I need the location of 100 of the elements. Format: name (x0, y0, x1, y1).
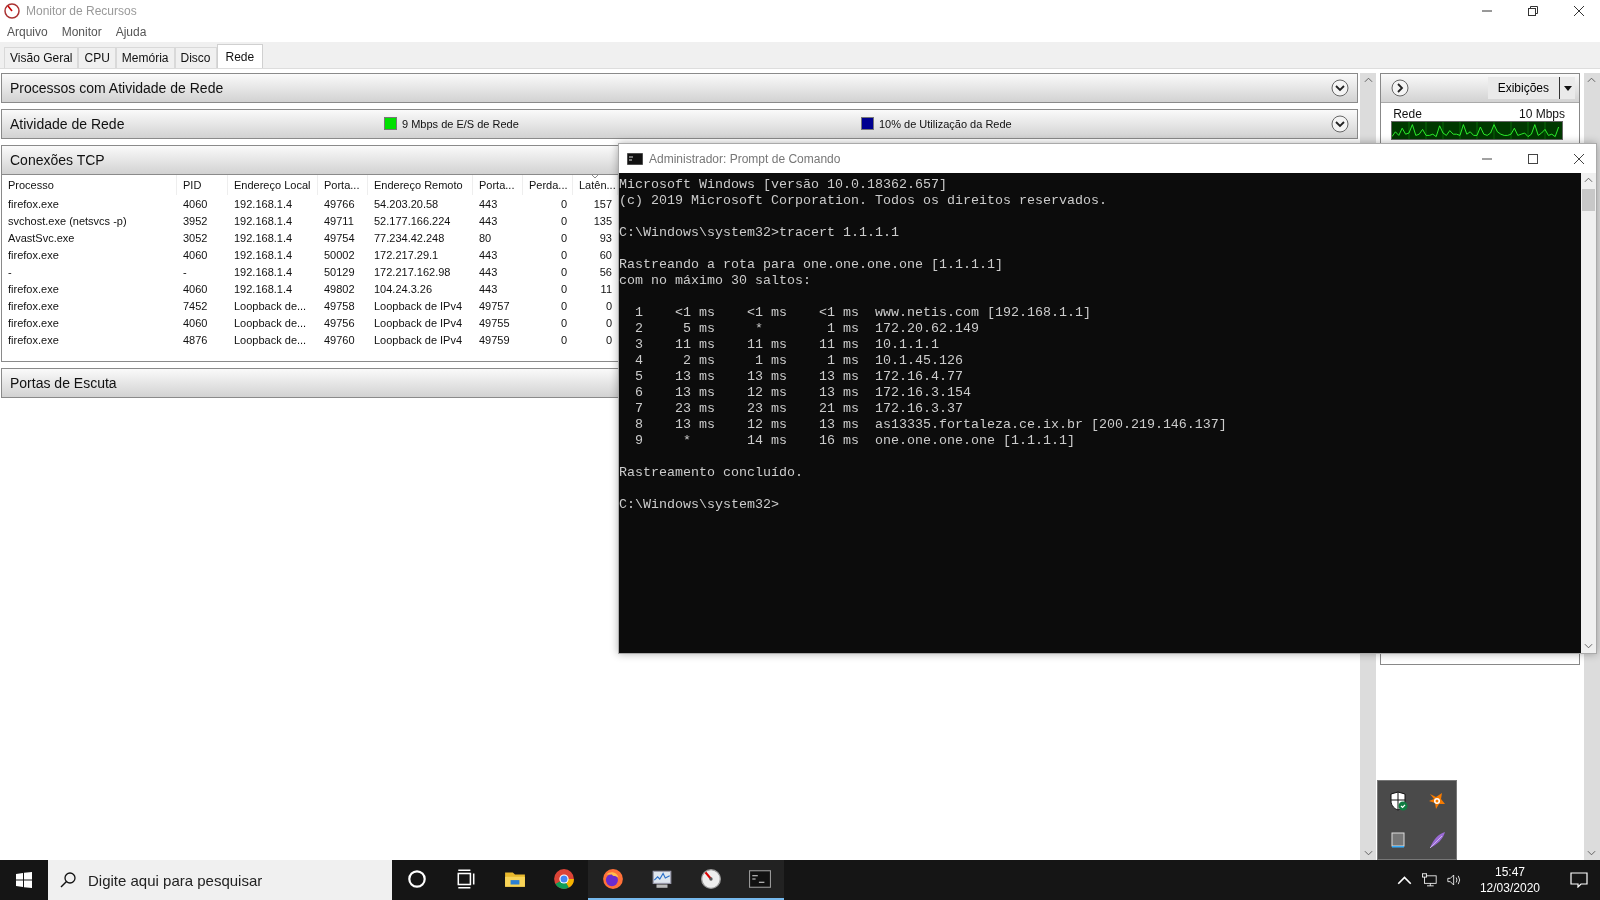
table-cell-text: 50129 (323, 265, 356, 278)
chevron-right-icon[interactable] (1391, 79, 1410, 97)
search-icon (60, 872, 76, 888)
column-header[interactable]: PID (177, 175, 228, 195)
table-cell-text: Loopback de... (233, 299, 308, 312)
scroll-up-icon[interactable] (1587, 77, 1597, 83)
tab[interactable]: Visão Geral (4, 47, 79, 68)
column-header[interactable]: Endereço Remoto (368, 175, 473, 195)
network-icon[interactable] (1421, 873, 1437, 887)
table-cell-text: 49754 (323, 231, 356, 244)
table-cell-text: 0 (559, 265, 568, 278)
console-line: C:\Windows\system32>tracert 1.1.1.1 (619, 225, 900, 241)
windows-logo-icon (16, 872, 32, 888)
console-line: 8 13 ms 12 ms 13 ms as13335.fortaleza.ce.ix.br [200.219.146.137] (634, 417, 1228, 433)
scroll-up-icon[interactable] (1584, 177, 1593, 183)
column-header[interactable]: Porta... (318, 175, 368, 195)
console-line: 6 13 ms 12 ms 13 ms 172.16.3.154 (634, 385, 972, 401)
panel-title: Atividade de Rede (10, 116, 125, 132)
close-icon[interactable] (1574, 153, 1584, 164)
table-cell-text: 192.168.1.4 (233, 214, 294, 227)
scroll-up-icon[interactable] (1363, 77, 1373, 83)
table-cell-text: 49758 (323, 299, 356, 312)
panel-title: Processos com Atividade de Rede (10, 80, 224, 96)
console-line: 5 13 ms 13 ms 13 ms 172.16.4.77 (634, 369, 964, 385)
expand-icon[interactable] (1331, 79, 1350, 97)
window-title: Monitor de Recursos (26, 4, 137, 18)
scroll-down-icon[interactable] (1363, 850, 1373, 856)
table-cell-text: 104.24.3.26 (373, 282, 434, 295)
table-cell-text: 77.234.42.248 (373, 231, 446, 244)
tricolor-circle-icon (552, 868, 575, 890)
table-cell-text: 4060 (182, 248, 209, 261)
legend-label: 9 Mbps de E/S de Rede (402, 117, 519, 130)
scroll-thumb[interactable] (1582, 189, 1595, 211)
table-cell-text: 49759 (478, 333, 511, 346)
clock-date: 12/03/2020 (1479, 880, 1540, 896)
table-cell-text: 0 (559, 248, 568, 261)
table-cell-text: 443 (478, 214, 499, 227)
table-cell-text: 93 (598, 231, 613, 244)
table-cell-text: 0 (604, 299, 613, 312)
speaker-icon[interactable] (1446, 873, 1462, 887)
gauge-icon (4, 3, 20, 19)
tab[interactable]: Disco (174, 47, 217, 68)
dropdown-button[interactable] (1559, 77, 1575, 99)
scroll-down-icon[interactable] (1587, 850, 1597, 856)
table-cell-text: 192.168.1.4 (233, 197, 294, 210)
table-cell-text: 49756 (323, 316, 356, 329)
table-cell-text: Loopback de... (233, 316, 308, 329)
table-cell-text: 4060 (182, 197, 209, 210)
chevron-up-icon[interactable] (1396, 873, 1412, 887)
taskbar-app[interactable] (735, 860, 784, 900)
column-header[interactable]: Porta... (473, 175, 523, 195)
notification-icon[interactable] (1570, 872, 1588, 888)
table-cell-text: 49711 (323, 214, 355, 227)
globe-icon (601, 868, 624, 890)
table-cell-text: 172.217.162.98 (373, 265, 452, 278)
expand-icon[interactable] (1331, 115, 1350, 133)
menu-item[interactable]: Arquivo (7, 25, 48, 39)
monitor-chart-icon (650, 868, 673, 890)
panel-title: Portas de Escuta (10, 375, 117, 391)
close-icon[interactable] (1574, 6, 1584, 16)
terminal-icon (748, 868, 771, 890)
panel-header[interactable]: Processos com Atividade de Rede (1, 73, 1359, 103)
table-cell-text: 49766 (323, 197, 356, 210)
table-cell-text: AvastSvc.exe (7, 231, 76, 244)
views-button[interactable]: Exibições (1487, 77, 1559, 99)
table-cell-text: 4060 (182, 282, 209, 295)
graph-title: Rede (1393, 107, 1422, 121)
table-cell-text: Loopback de IPv4 (373, 299, 464, 312)
clock[interactable]: 15:47 12/03/2020 (1479, 864, 1540, 896)
table-cell-text: 49755 (478, 316, 511, 329)
scroll-down-icon[interactable] (1584, 643, 1593, 649)
tab[interactable]: Rede (216, 44, 264, 68)
table-cell-text: 0 (559, 299, 568, 312)
table-cell-text: firefox.exe (7, 248, 60, 261)
menu-item[interactable]: Monitor (61, 25, 102, 39)
table-cell-text: svchost.exe (netsvcs -p) (7, 214, 128, 227)
table-cell-text: 49757 (478, 299, 511, 312)
table-cell-text: 443 (478, 282, 499, 295)
console-line: 2 5 ms * 1 ms 172.20.62.149 (634, 321, 980, 337)
table-cell-text: 4876 (182, 333, 209, 346)
maximize-icon[interactable] (1528, 153, 1538, 164)
column-header[interactable]: Endereço Local (228, 175, 318, 195)
scrollbar[interactable] (1581, 173, 1596, 653)
search-field[interactable]: Digite aqui para pesquisar (48, 860, 392, 900)
shield-icon[interactable] (1387, 790, 1408, 811)
column-header[interactable]: Processo (2, 175, 177, 195)
tab[interactable]: CPU (78, 47, 116, 68)
panel-header[interactable]: Atividade de Rede 9 Mbps de E/S de Rede 10% de Utilização da Rede (1, 109, 1359, 139)
clock-time: 15:47 (1494, 864, 1525, 880)
table-cell-text: 0 (604, 333, 613, 346)
menu-item[interactable]: Ajuda (115, 25, 147, 39)
table-cell-text: 0 (559, 197, 568, 210)
restore-icon[interactable] (1528, 6, 1538, 16)
legend-label: 10% de Utilização da Rede (879, 117, 1012, 130)
table-cell-text: - (7, 265, 13, 278)
table-cell-text: firefox.exe (7, 333, 60, 346)
tab[interactable]: Memória (115, 47, 175, 68)
column-header[interactable]: Perda... (523, 175, 573, 195)
table-cell-text: 0 (559, 316, 568, 329)
taskbar-app[interactable] (588, 860, 637, 900)
